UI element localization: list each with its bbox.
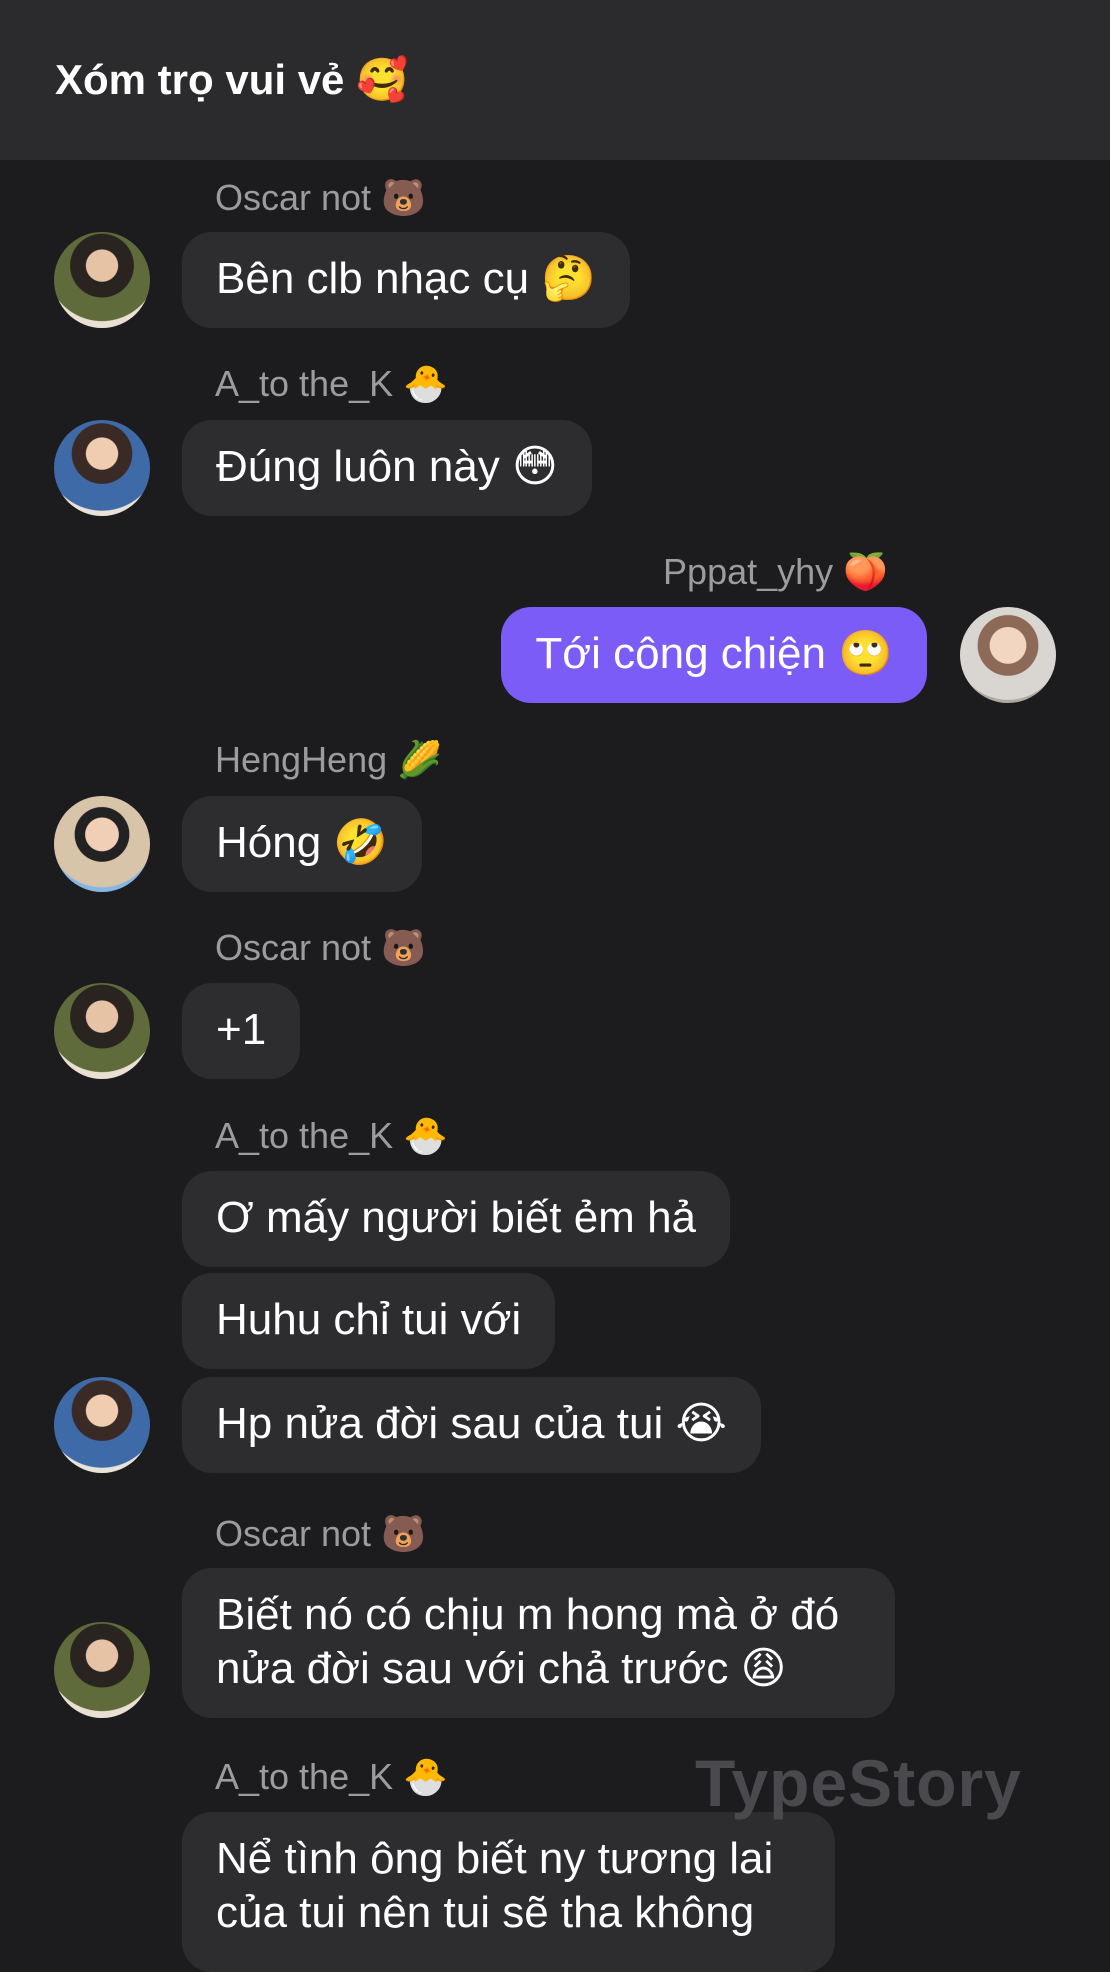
message-bubble[interactable]: +1 <box>182 983 301 1079</box>
sender-name: Oscar not 🐻 <box>215 1513 426 1554</box>
avatar-a-to-the-k[interactable] <box>54 420 150 516</box>
message-bubble-outgoing[interactable]: Tới công chiện 🙄 <box>501 607 927 703</box>
watermark: TypeStory <box>695 1746 1022 1820</box>
sender-name: Oscar not 🐻 <box>215 927 426 968</box>
message-line: Biết nó có chịu m hong mà ở đó <box>216 1590 840 1639</box>
sender-name: HengHeng 🌽 <box>215 739 442 780</box>
message-bubble[interactable]: Bên clb nhạc cụ 🤔 <box>182 232 631 328</box>
avatar-hengheng[interactable] <box>54 796 150 892</box>
message-bubble[interactable]: Hóng 🤣 <box>182 796 423 892</box>
sender-name: Oscar not 🐻 <box>215 177 426 218</box>
sender-name: A_to the_K 🐣 <box>215 1756 448 1797</box>
message-bubble[interactable]: Ơ mấy người biết ẻm hả <box>182 1171 731 1267</box>
message-bubble[interactable]: Hp nửa đời sau của tui 😭 <box>182 1377 761 1473</box>
avatar-pppat-yhy[interactable] <box>960 607 1056 703</box>
message-bubble[interactable]: Huhu chỉ tui với <box>182 1273 556 1369</box>
message-bubble[interactable]: Nể tình ông biết ny tương lai của tui nê… <box>182 1812 835 1972</box>
avatar-oscar[interactable] <box>54 983 150 1079</box>
avatar-oscar[interactable] <box>54 232 150 328</box>
sender-name: A_to the_K 🐣 <box>215 363 448 404</box>
message-line: nửa đời sau với chả trước 😩 <box>216 1644 787 1693</box>
sender-name: Pppat_yhy 🍑 <box>663 551 888 592</box>
chat-header: Xóm trọ vui vẻ 🥰 <box>0 0 1110 160</box>
message-line: Nể tình ông biết ny tương lai <box>216 1834 774 1883</box>
avatar-a-to-the-k[interactable] <box>54 1377 150 1473</box>
sender-name: A_to the_K 🐣 <box>215 1115 448 1156</box>
message-bubble[interactable]: Biết nó có chịu m hong mà ở đó nửa đời s… <box>182 1568 895 1718</box>
message-line: của tui nên tui sẽ tha không <box>216 1888 755 1937</box>
avatar-oscar[interactable] <box>54 1622 150 1718</box>
chat-title: Xóm trọ vui vẻ 🥰 <box>55 56 409 103</box>
message-bubble[interactable]: Đúng luôn này 😳 <box>182 420 592 516</box>
